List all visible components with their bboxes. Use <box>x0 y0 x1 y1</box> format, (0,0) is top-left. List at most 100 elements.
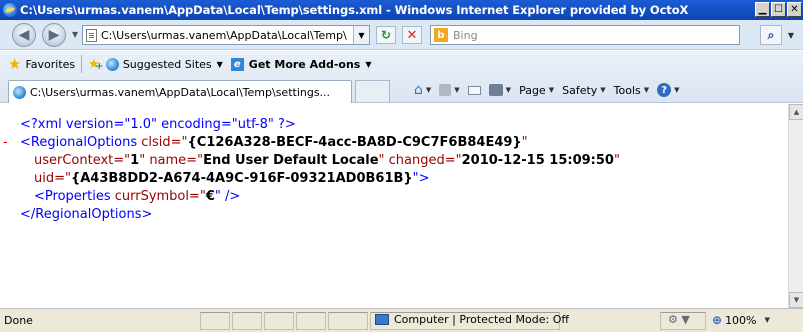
stop-icon: ✕ <box>406 27 418 43</box>
favorites-button[interactable]: ★ Favorites <box>8 55 75 73</box>
tab-title: C:\Users\urmas.vanem\AppData\Local\Temp\… <box>30 85 331 99</box>
minimize-button[interactable]: ▁ <box>755 2 770 17</box>
favorites-and-command-bar: ★ Favorites ★ Suggested Sites ▼ e Get Mo… <box>0 51 803 103</box>
status-segment <box>264 312 294 330</box>
scroll-down-button[interactable]: ▼ <box>789 292 803 308</box>
search-options-dropdown[interactable]: ▼ <box>784 25 798 45</box>
chevron-down-icon: ▼ <box>425 86 432 94</box>
xml-attr-value: 1 <box>130 153 140 168</box>
feeds-icon <box>439 84 452 96</box>
vertical-scrollbar[interactable]: ▲ ▼ <box>788 104 803 308</box>
zoom-text: 100% <box>725 313 757 327</box>
page-menu[interactable]: Page ▼ <box>519 84 554 97</box>
gear-icon[interactable]: ⚙ ▼ <box>668 313 690 326</box>
xml-attr-name: clsid=" <box>137 135 188 150</box>
zone-text: Computer | Protected Mode: Off <box>394 313 569 326</box>
xml-attr-name: userContext=" <box>34 153 131 168</box>
xml-regionaloptions-open-line: - <RegionalOptions clsid="{C126A328-BECF… <box>3 134 620 152</box>
xml-attr-name: " name=" <box>139 153 204 168</box>
bing-icon: b <box>434 28 448 42</box>
page-icon <box>86 28 97 42</box>
chevron-down-icon: ▼ <box>674 86 680 94</box>
zoom-icon: ⊕ <box>712 313 723 327</box>
window-controls: ▁ ☐ ✕ <box>754 2 802 17</box>
get-more-addons-label: Get More Add-ons <box>248 57 361 71</box>
back-arrow-icon: ◀ <box>18 27 30 43</box>
close-button[interactable]: ✕ <box>787 2 802 17</box>
feeds-button[interactable]: ▼ <box>439 84 460 96</box>
chevron-down-icon: ▼ <box>548 86 555 94</box>
get-more-addons-link[interactable]: e Get More Add-ons ▼ <box>230 57 372 71</box>
home-button[interactable]: ⌂ ▼ <box>414 82 431 98</box>
window-title: C:\Users\urmas.vanem\AppData\Local\Temp\… <box>20 3 689 17</box>
collapse-toggle[interactable]: - <box>3 134 8 152</box>
stop-button[interactable]: ✕ <box>402 26 422 44</box>
safety-menu[interactable]: Safety ▼ <box>562 84 606 97</box>
ie-app-icon <box>3 3 17 17</box>
new-tab-button[interactable] <box>355 80 390 102</box>
favorites-star-icon: ★ <box>8 55 22 73</box>
computer-icon <box>375 314 389 325</box>
xml-attr-quote: " <box>521 135 528 150</box>
security-zone[interactable]: Computer | Protected Mode: Off <box>375 313 569 326</box>
xml-attr-quote: " <box>613 153 620 168</box>
status-bar: Done Computer | Protected Mode: Off ⚙ ▼ … <box>0 308 803 332</box>
chevron-down-icon: ▼ <box>365 59 372 69</box>
chevron-down-icon: ▼ <box>454 86 460 94</box>
search-input[interactable]: Bing <box>453 29 478 42</box>
add-to-favorites-bar-icon[interactable]: ★ <box>88 57 103 72</box>
address-bar[interactable]: C:\Users\urmas.vanem\AppData\Local\Temp\… <box>82 25 370 45</box>
xml-properties-line: <Properties currSymbol="€" /> <box>34 188 620 206</box>
address-dropdown-button[interactable]: ▼ <box>353 26 369 44</box>
maximize-button[interactable]: ☐ <box>771 2 786 17</box>
title-bar: C:\Users\urmas.vanem\AppData\Local\Temp\… <box>0 0 803 20</box>
status-segment <box>200 312 230 330</box>
xml-attr-name: uid=" <box>34 171 71 186</box>
xml-uid-line: uid="{A43B8DD2-A674-4A9C-916F-09321AD0B6… <box>34 170 620 188</box>
status-segment <box>328 312 368 330</box>
chevron-down-icon: ▼ <box>600 86 606 94</box>
page-menu-label: Page <box>519 83 546 97</box>
search-box[interactable]: b Bing <box>430 25 740 45</box>
xml-tag-end: "> <box>412 171 430 186</box>
xml-attr-name: currSymbol=" <box>110 189 206 204</box>
xml-attr-value: {C126A328-BECF-4acc-BA8D-C9C7F6B84E49} <box>187 135 522 150</box>
xml-attr-value: End User Default Locale <box>203 153 379 168</box>
print-button[interactable]: ▼ <box>488 84 512 96</box>
xml-tag-open: <RegionalOptions <box>20 135 138 150</box>
ie-logo-icon: e <box>230 57 244 71</box>
xml-attributes-line: userContext="1" name="End User Default L… <box>34 152 620 170</box>
forward-button[interactable]: ▶ <box>42 23 66 47</box>
help-button[interactable]: ? ▼ <box>657 83 680 97</box>
recent-pages-dropdown[interactable]: ▼ <box>72 30 78 39</box>
chevron-down-icon: ▼ <box>505 86 512 94</box>
suggested-sites-link[interactable]: Suggested Sites ▼ <box>105 57 223 71</box>
xml-tag-close: </RegionalOptions> <box>20 207 153 222</box>
command-bar: ⌂ ▼ ▼ ▼ Page ▼ Safety ▼ Tools ▼ ? ▼ <box>414 77 688 103</box>
xml-tag-end: " /> <box>214 189 241 204</box>
status-segment <box>232 312 262 330</box>
tools-menu-label: Tools <box>613 83 641 97</box>
xml-attr-value: {A43B8DD2-A674-4A9C-916F-09321AD0B61B} <box>70 171 413 186</box>
status-text: Done <box>4 314 33 327</box>
xml-attr-value: 2010-12-15 15:09:50 <box>461 153 614 168</box>
zoom-level[interactable]: ⊕ 100% ▼ <box>712 313 770 327</box>
separator <box>81 55 83 73</box>
xml-attr-name: " changed=" <box>378 153 462 168</box>
search-button[interactable]: ⌕ <box>760 25 782 45</box>
safety-menu-label: Safety <box>562 83 598 97</box>
scroll-up-button[interactable]: ▲ <box>789 104 803 120</box>
xml-tag-open: <Properties <box>34 189 111 204</box>
xml-tree: <?xml version="1.0" encoding="utf-8" ?> … <box>3 116 620 224</box>
xml-attr-value: € <box>205 189 215 204</box>
mail-icon <box>467 85 481 95</box>
back-button[interactable]: ◀ <box>12 23 36 47</box>
tools-menu[interactable]: Tools ▼ <box>614 84 650 97</box>
read-mail-button[interactable] <box>467 85 481 95</box>
refresh-button[interactable]: ↻ <box>376 26 396 44</box>
address-input[interactable]: C:\Users\urmas.vanem\AppData\Local\Temp\… <box>101 29 347 42</box>
favorites-label: Favorites <box>25 57 76 71</box>
navigation-bar: ◀ ▶ ▼ C:\Users\urmas.vanem\AppData\Local… <box>0 20 803 50</box>
tab-settings-xml[interactable]: C:\Users\urmas.vanem\AppData\Local\Temp\… <box>8 80 352 103</box>
help-icon: ? <box>657 83 672 97</box>
